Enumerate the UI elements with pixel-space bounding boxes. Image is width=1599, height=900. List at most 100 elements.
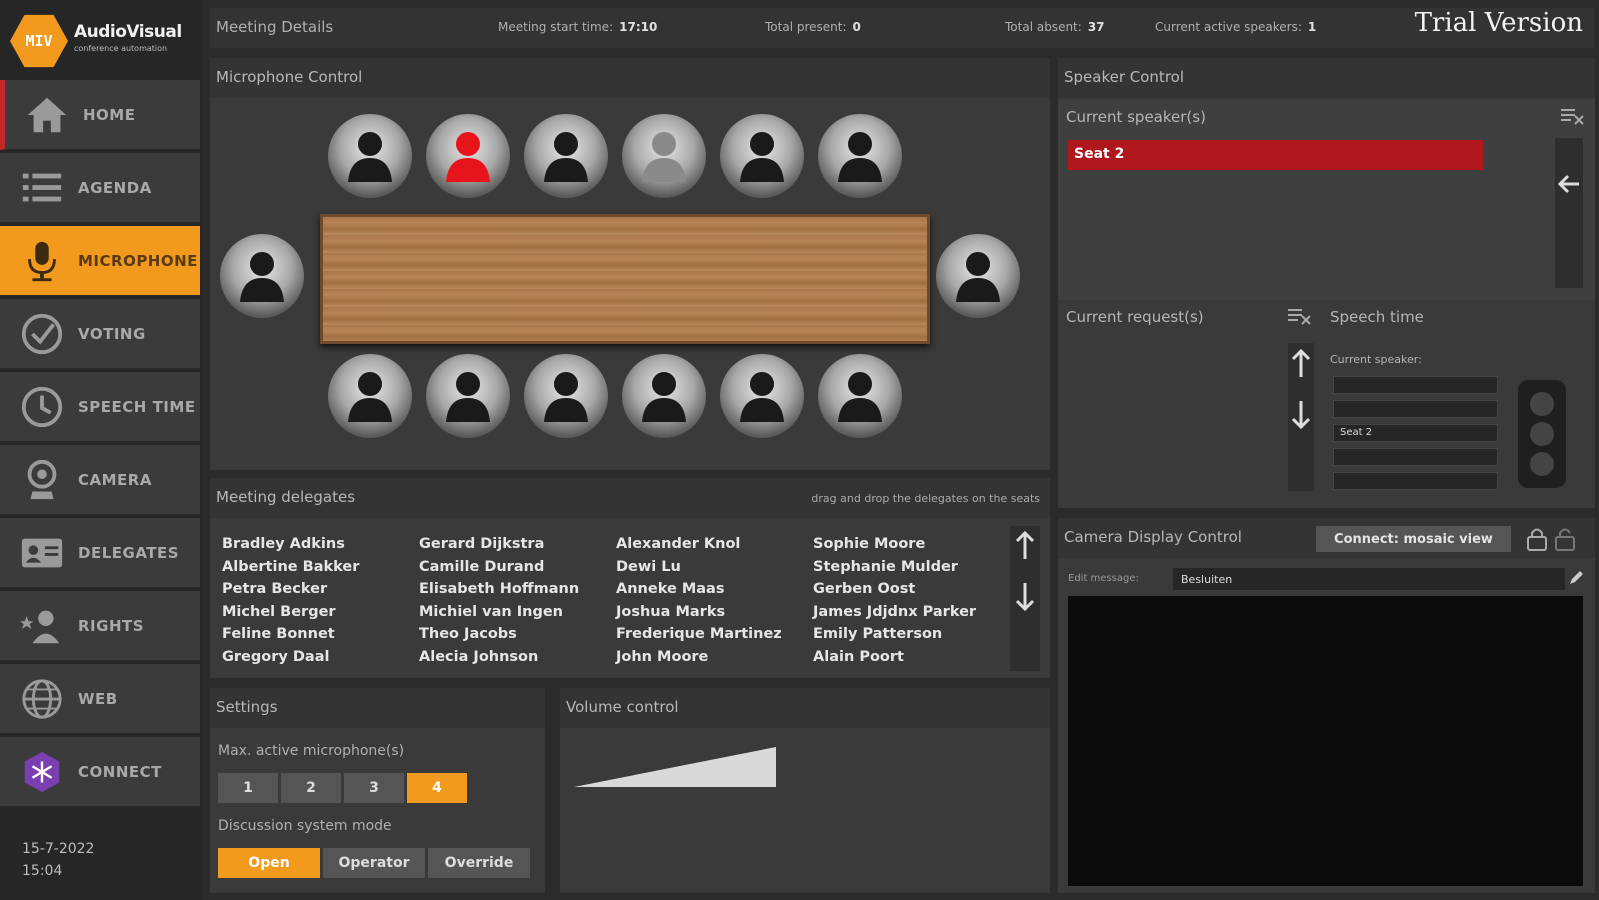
person-icon [740,372,784,422]
nav-item-speech-time[interactable]: SPEECH TIME [0,372,200,442]
max-mics-option-4[interactable]: 4 [407,773,467,803]
panel-title: Microphone Control [210,58,1050,98]
seat-14[interactable] [818,354,902,438]
panel-title: Volume control [560,688,1050,728]
arrow-up-icon [1015,531,1035,559]
seat-9[interactable] [328,354,412,438]
person-icon [838,132,882,182]
delegate-item[interactable]: Petra Becker [222,581,419,604]
arrow-down-icon[interactable] [1290,399,1312,429]
delegate-item[interactable]: Dewi Lu [616,559,813,582]
nav-item-home[interactable]: HOME [0,80,200,150]
seat-12[interactable] [622,354,706,438]
delegate-item[interactable]: Bradley Adkins [222,536,419,559]
seat-10[interactable] [426,354,510,438]
arrow-up-icon[interactable] [1290,349,1312,379]
mode-option-open[interactable]: Open [218,848,320,878]
nav-item-delegates[interactable]: DELEGATES [0,518,200,588]
total-absent: Total absent: 37 [1005,20,1105,34]
delegate-item[interactable]: Gerben Oost [813,581,1010,604]
person-icon [348,132,392,182]
pencil-icon[interactable] [1568,570,1584,586]
scroll-up-button[interactable] [1010,526,1040,566]
seat-7[interactable] [220,234,304,318]
seat-1[interactable] [328,114,412,198]
mode-option-override[interactable]: Override [428,848,530,878]
person-icon [544,132,588,182]
logo-mark: MIV [10,14,68,68]
trial-version-label: Trial Version [1414,8,1583,38]
delegate-column: Gerard Dijkstra Camille Durand Elisabeth H… [419,536,616,671]
seat-11[interactable] [524,354,608,438]
nav-item-web[interactable]: WEB [0,664,200,734]
seat-2[interactable] [426,114,510,198]
person-icon [446,372,490,422]
delegate-item[interactable]: Emily Patterson [813,626,1010,649]
app-logo: MIV AudioVisual conference automation [8,8,198,74]
delegate-item[interactable]: Feline Bonnet [222,626,419,649]
delegate-item[interactable]: Joshua Marks [616,604,813,627]
delegate-item[interactable]: Elisabeth Hoffmann [419,581,616,604]
nav-item-connect[interactable]: CONNECT [0,737,200,807]
nav-label: HOME [83,105,136,124]
delegate-item[interactable]: Frederique Martinez [616,626,813,649]
delegate-item[interactable]: James Jdjdnx Parker [813,604,1010,627]
clock-icon [12,377,72,437]
max-mics-option-1[interactable]: 1 [218,773,278,803]
delegate-item[interactable]: Gerard Dijkstra [419,536,616,559]
request-order-strip [1288,343,1314,491]
meeting-delegates-panel: Meeting delegates drag and drop the dele… [210,478,1050,678]
nav-item-microphone[interactable]: MICROPHONE [0,226,200,296]
delegate-item[interactable]: Alain Poort [813,649,1010,672]
delegate-item[interactable]: Michiel van Ingen [419,604,616,627]
delegate-item[interactable]: Stephanie Mulder [813,559,1010,582]
delegate-item[interactable]: Sophie Moore [813,536,1010,559]
arrow-left-icon[interactable] [1557,172,1581,196]
clear-requests-icon[interactable] [1286,306,1312,330]
delegate-item[interactable]: Albertine Bakker [222,559,419,582]
edit-message-input[interactable] [1173,568,1565,590]
person-icon [544,372,588,422]
delegate-item[interactable]: Camille Durand [419,559,616,582]
nav-item-agenda[interactable]: AGENDA [0,153,200,223]
unlock-icon[interactable] [1554,526,1576,556]
person-icon [838,372,882,422]
mode-option-operator[interactable]: Operator [323,848,425,878]
max-mics-option-2[interactable]: 2 [281,773,341,803]
speech-time-row [1333,448,1498,466]
current-speaker-item[interactable]: Seat 2 [1068,140,1483,170]
nav-item-rights[interactable]: RIGHTS [0,591,200,661]
scroll-down-button[interactable] [1010,576,1040,616]
delegate-item[interactable]: Gregory Daal [222,649,419,672]
delegate-item[interactable]: Alecia Johnson [419,649,616,672]
sidebar: MIV AudioVisual conference automation HO… [0,0,202,900]
drag-hint: drag and drop the delegates on the seats [811,492,1040,505]
seat-8[interactable] [936,234,1020,318]
seat-5[interactable] [720,114,804,198]
nav-label: MICROPHONE [78,251,198,270]
seat-6[interactable] [818,114,902,198]
seat-13[interactable] [720,354,804,438]
clear-speakers-icon[interactable] [1559,106,1585,130]
seat-4[interactable] [622,114,706,198]
delegate-item[interactable]: Alexander Knol [616,536,813,559]
delegate-column: Sophie Moore Stephanie Mulder Gerben Oost J… [813,536,1010,671]
connect-mosaic-button[interactable]: Connect: mosaic view [1316,526,1511,552]
lock-icon[interactable] [1526,526,1548,556]
delegate-item[interactable]: Anneke Maas [616,581,813,604]
speech-time-row [1333,472,1498,490]
delegate-item[interactable]: Michel Berger [222,604,419,627]
settings-panel: Settings Max. active microphone(s) 1234 … [210,688,545,893]
max-mics-label: Max. active microphone(s) [218,743,405,759]
max-mics-option-3[interactable]: 3 [344,773,404,803]
delegate-item[interactable]: John Moore [616,649,813,672]
current-speaker-label: Current speaker: [1330,353,1422,366]
nav-item-camera[interactable]: CAMERA [0,445,200,515]
volume-slider[interactable] [570,743,780,793]
delegate-item[interactable]: Theo Jacobs [419,626,616,649]
delegate-column: Bradley Adkins Albertine Bakker Petra Beck… [222,536,419,671]
nav-label: AGENDA [78,178,152,197]
seat-3[interactable] [524,114,608,198]
logo-text: AudioVisual [74,22,182,42]
nav-item-voting[interactable]: VOTING [0,299,200,369]
